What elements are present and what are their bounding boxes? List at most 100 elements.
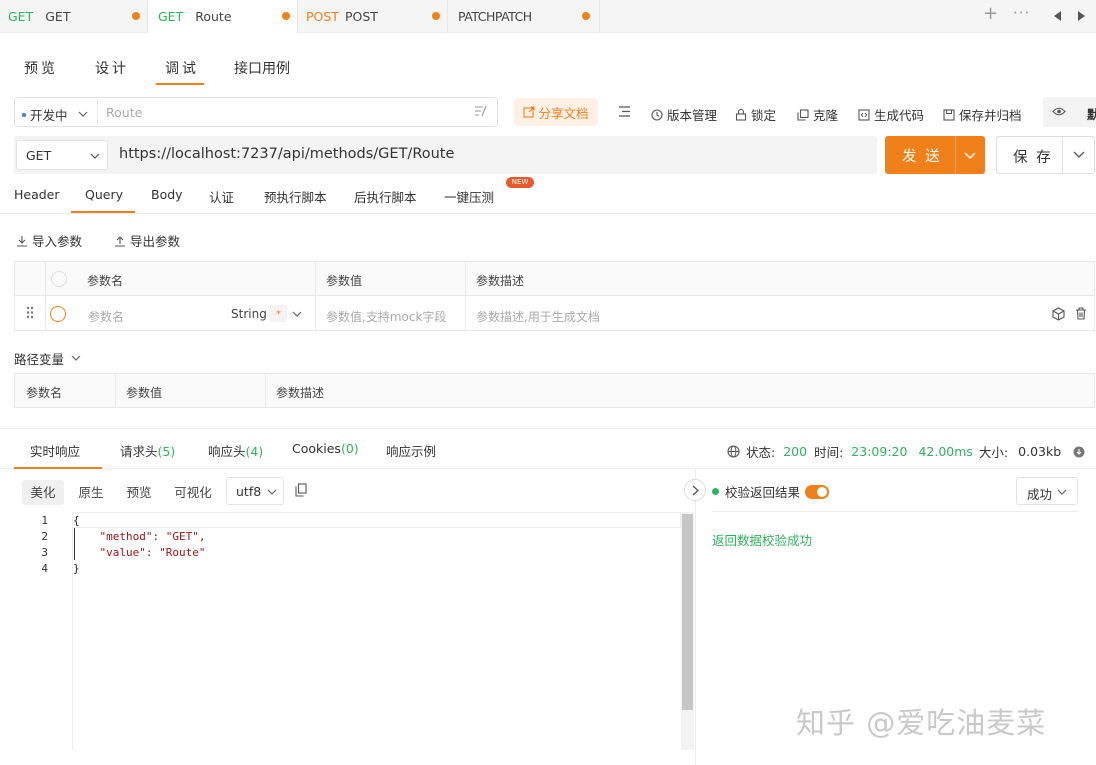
- download-response-icon[interactable]: [1073, 446, 1085, 458]
- resp-tab-resp-headers[interactable]: 响应头(4): [208, 441, 263, 460]
- tab-load-test[interactable]: 一键压测: [444, 187, 494, 206]
- new-tab-plus-icon[interactable]: +: [983, 5, 998, 23]
- select-all-checkbox[interactable]: [51, 271, 67, 287]
- response-duration: 42.00ms: [918, 444, 973, 459]
- encoding-value: utf8: [236, 484, 262, 499]
- share-doc-button[interactable]: 分享文档: [514, 98, 598, 126]
- path-vars-table: 参数名 参数值 参数描述: [14, 373, 1095, 408]
- save-button[interactable]: 保 存: [996, 136, 1095, 174]
- path-vars-title: 路径变量: [14, 352, 65, 367]
- save-label: 保 存: [1013, 150, 1053, 166]
- resp-tab-examples[interactable]: 响应示例: [386, 441, 436, 460]
- copy-icon[interactable]: [295, 483, 307, 497]
- share-doc-label: 分享文档: [538, 105, 589, 121]
- format-preview-button[interactable]: 预览: [118, 481, 160, 505]
- more-dots-icon[interactable]: ···: [1013, 5, 1030, 21]
- view-toggle[interactable]: 默: [1043, 97, 1096, 127]
- format-beautify-button[interactable]: 美化: [22, 481, 64, 505]
- subnav-design[interactable]: 设计: [95, 58, 129, 78]
- tab-auth[interactable]: 认证: [209, 187, 234, 206]
- chevron-down-icon[interactable]: [292, 311, 302, 318]
- request-tab-patch[interactable]: PATCH PATCH: [448, 0, 600, 33]
- response-code-editor[interactable]: 1 2 3 4 { "method": "GET", "value": "Rou…: [0, 512, 694, 752]
- divider: [0, 213, 1096, 214]
- generate-code-button[interactable]: 生成代码: [858, 105, 924, 124]
- validate-message: 返回数据校验成功: [712, 533, 813, 548]
- lock-label: 锁定: [751, 108, 777, 123]
- size-label: 大小:: [978, 445, 1009, 460]
- request-tab-get[interactable]: GET GET: [0, 0, 148, 33]
- import-params-button[interactable]: 导入参数: [16, 231, 82, 250]
- format-raw-button[interactable]: 原生: [70, 481, 112, 505]
- param-desc-input[interactable]: 参数描述,用于生成文档: [476, 308, 600, 325]
- unsaved-dot-icon: [282, 12, 290, 20]
- time-label: 时间:: [814, 445, 844, 460]
- request-tab-post[interactable]: POST POST: [298, 0, 448, 33]
- method-select[interactable]: GET: [16, 140, 108, 170]
- cube-icon[interactable]: [1052, 307, 1065, 321]
- divider: [465, 262, 466, 330]
- save-options-chevron-icon[interactable]: [1073, 151, 1085, 159]
- resp-tab-realtime[interactable]: 实时响应: [30, 441, 80, 460]
- outline-icon[interactable]: [618, 106, 631, 117]
- env-select[interactable]: 开发中: [22, 105, 88, 124]
- panel-divider: [695, 469, 696, 765]
- result-select-value: 成功: [1027, 487, 1053, 502]
- subnav-test-cases[interactable]: 接口用例: [234, 58, 290, 78]
- validate-switch[interactable]: [805, 484, 830, 499]
- env-label: 开发中: [30, 108, 68, 123]
- code-line: "method": "GET",: [73, 530, 206, 543]
- divider: [0, 468, 1096, 469]
- clone-button[interactable]: 克隆: [797, 105, 838, 124]
- param-value-input[interactable]: 参数值,支持mock字段: [326, 308, 446, 325]
- route-edit-icon[interactable]: [474, 105, 488, 117]
- method-select-value: GET: [26, 148, 52, 163]
- code-line: {: [73, 514, 80, 527]
- validate-toggle-row: 校验返回结果: [712, 482, 830, 501]
- col-header-desc: 参数描述: [276, 386, 325, 400]
- subnav-debug[interactable]: 调试: [165, 58, 199, 78]
- scrollbar-thumb[interactable]: [682, 514, 693, 710]
- divider: [712, 511, 1078, 512]
- route-input[interactable]: Route: [106, 105, 142, 120]
- tab-name: GET: [45, 9, 71, 24]
- resp-tab-req-headers[interactable]: 请求头(5): [120, 441, 175, 460]
- tab-query[interactable]: Query: [85, 187, 123, 202]
- lock-button[interactable]: 锁定: [735, 105, 776, 124]
- divider: [97, 100, 98, 124]
- save-archive-button[interactable]: 保存并归档: [943, 105, 1022, 124]
- result-select[interactable]: 成功: [1016, 477, 1078, 505]
- tab-post-script[interactable]: 后执行脚本: [354, 187, 417, 206]
- subnav-preview[interactable]: 预览: [24, 58, 58, 78]
- encoding-select[interactable]: utf8: [226, 477, 284, 505]
- tab-body[interactable]: Body: [151, 187, 183, 202]
- query-params-table: 参数名 参数值 参数描述 参数名 String * 参数值,支持mock字段 参…: [14, 261, 1095, 331]
- drag-handle-icon[interactable]: [26, 306, 34, 319]
- path-vars-toggle[interactable]: 路径变量: [14, 349, 81, 368]
- col-header-value: 参数值: [126, 386, 163, 400]
- tab-method: GET: [158, 9, 184, 24]
- divider: [955, 136, 956, 174]
- url-input[interactable]: https://localhost:7237/api/methods/GET/R…: [119, 146, 454, 162]
- code-line: "value": "Route": [73, 546, 206, 559]
- param-name-input[interactable]: 参数名: [88, 308, 124, 325]
- tab-header[interactable]: Header: [14, 187, 60, 202]
- required-toggle[interactable]: *: [270, 305, 287, 322]
- collapse-panel-button[interactable]: [684, 479, 706, 501]
- tab-active-underline: [71, 211, 135, 213]
- send-options-chevron-icon[interactable]: [964, 152, 976, 160]
- row-enable-checkbox[interactable]: [50, 306, 66, 322]
- clone-label: 克隆: [813, 108, 839, 123]
- tab-method: GET: [8, 9, 34, 24]
- tab-pre-script[interactable]: 预执行脚本: [264, 187, 327, 206]
- trash-icon[interactable]: [1075, 307, 1087, 320]
- version-button[interactable]: 版本管理: [651, 105, 717, 124]
- param-type-select[interactable]: String: [231, 307, 267, 321]
- request-tab-route[interactable]: GET Route: [148, 0, 298, 33]
- format-visualize-button[interactable]: 可视化: [166, 481, 220, 505]
- scroll-right-icon[interactable]: [1077, 11, 1086, 21]
- export-params-button[interactable]: 导出参数: [114, 231, 180, 250]
- send-button[interactable]: 发 送: [885, 136, 985, 174]
- resp-tab-cookies[interactable]: Cookies(0): [292, 441, 359, 456]
- scroll-left-icon[interactable]: [1053, 11, 1062, 21]
